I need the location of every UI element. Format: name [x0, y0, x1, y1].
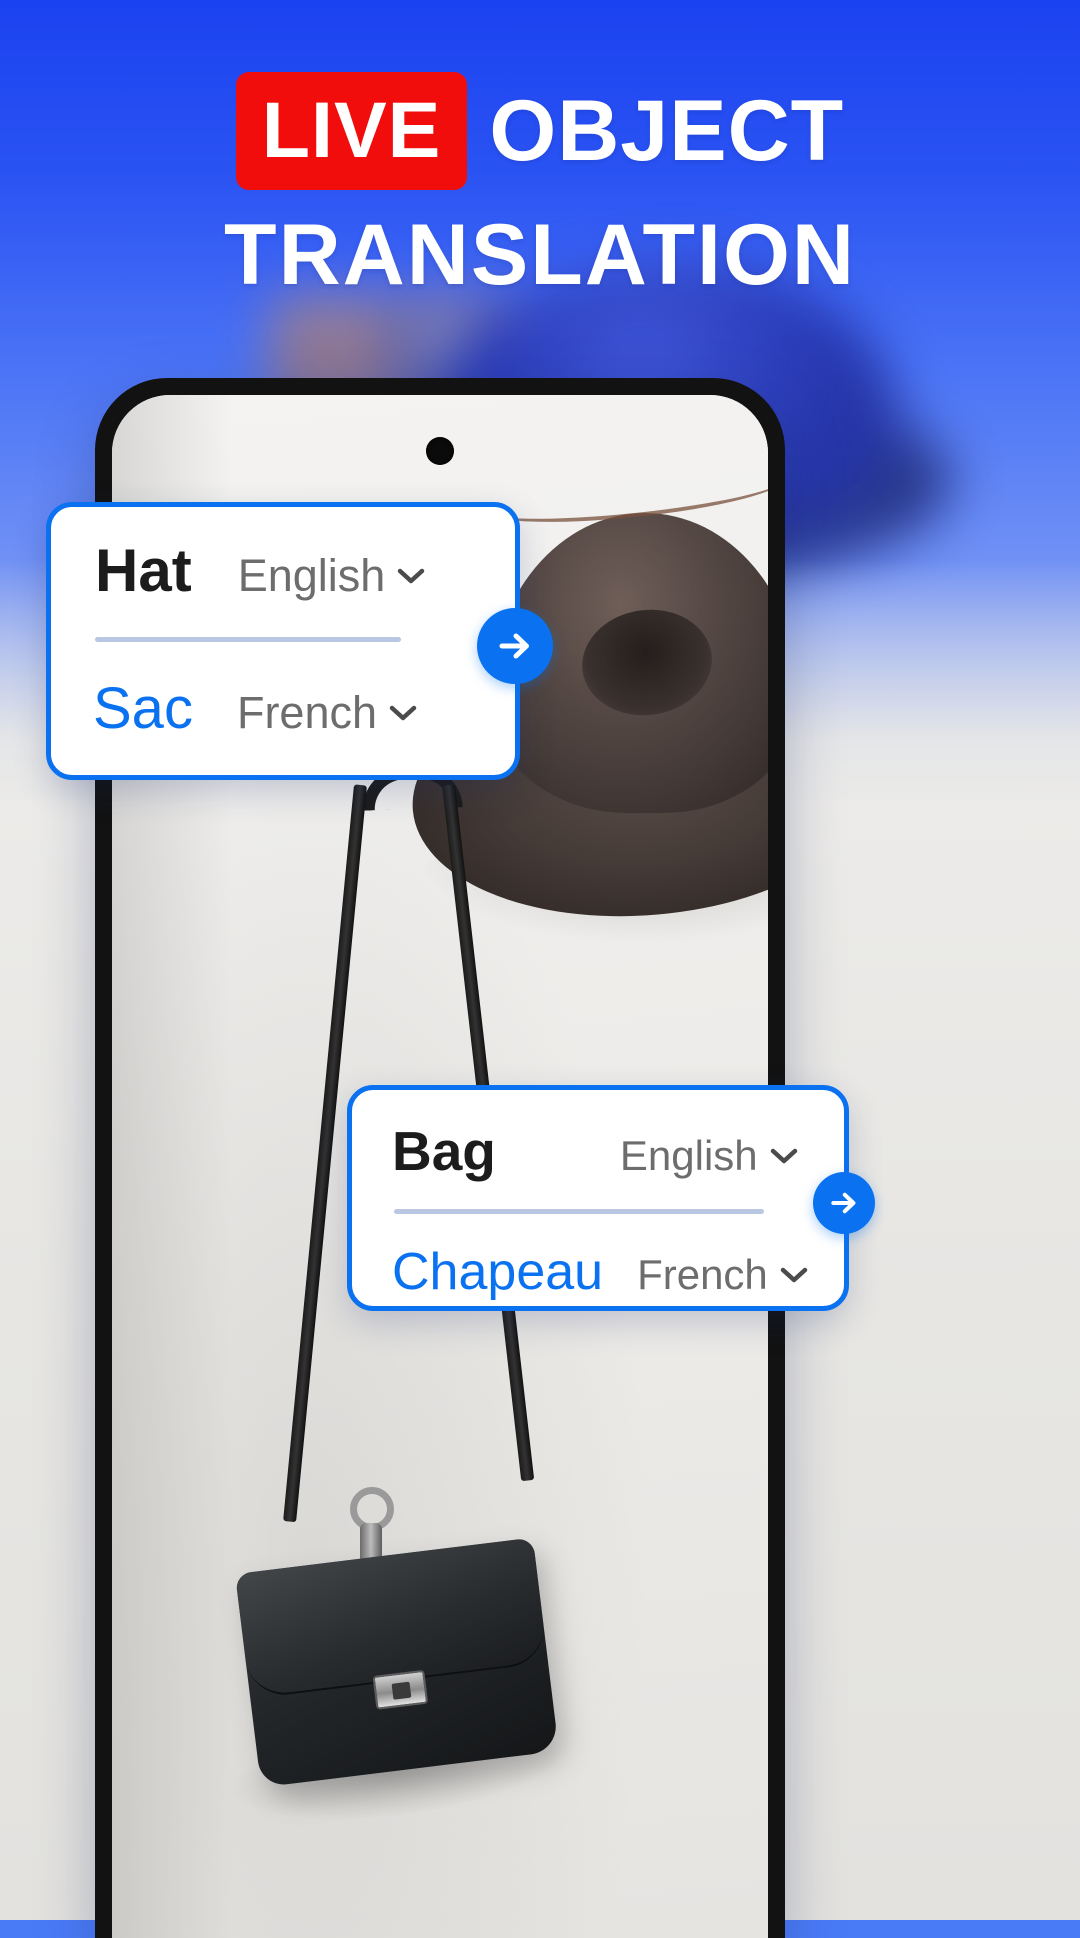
live-badge: LIVE: [235, 72, 468, 190]
headline: LIVE OBJECT TRANSLATION: [0, 72, 1080, 298]
card-divider: [95, 637, 401, 642]
scan-corner-top-right-icon: [712, 545, 768, 613]
scan-corner-top-left-icon: [197, 1075, 265, 1143]
target-language-selector[interactable]: French: [637, 1254, 808, 1296]
target-word: Chapeau: [392, 1243, 604, 1301]
card-divider: [394, 1209, 764, 1214]
scan-corner-bottom-right-icon: [489, 1362, 557, 1430]
headline-row-1: LIVE OBJECT: [0, 72, 1080, 190]
chevron-down-icon[interactable]: [780, 1266, 808, 1284]
chevron-down-icon[interactable]: [389, 704, 417, 722]
source-row: Bag English: [392, 1124, 810, 1179]
headline-word-translation: TRANSLATION: [224, 207, 856, 303]
source-row: Hat English: [95, 541, 481, 601]
chevron-down-icon[interactable]: [397, 567, 425, 585]
scan-corner-bottom-right-icon: [712, 862, 768, 930]
camera-punch-hole-icon: [426, 437, 454, 465]
chevron-down-icon[interactable]: [770, 1147, 798, 1165]
source-word: Hat: [95, 537, 192, 604]
arrow-right-icon: [499, 633, 529, 659]
target-word: Sac: [93, 676, 193, 741]
headline-word-object: OBJECT: [489, 83, 845, 179]
source-language-label: English: [237, 550, 386, 601]
translation-card-bag[interactable]: Bag English Chapeau French: [347, 1085, 875, 1311]
handbag: [235, 1537, 559, 1788]
handbag-clasp: [372, 1669, 429, 1710]
target-language-selector[interactable]: French: [237, 690, 417, 735]
source-language-selector[interactable]: English: [620, 1135, 798, 1177]
scan-corner-bottom-left-icon: [197, 1362, 265, 1430]
target-language-label: French: [236, 687, 378, 738]
scan-corner-bottom-left-icon: [390, 862, 458, 930]
headline-row-2: TRANSLATION: [0, 212, 1080, 298]
translate-go-button[interactable]: [813, 1172, 875, 1234]
source-language-selector[interactable]: English: [238, 553, 426, 598]
source-word: Bag: [392, 1120, 496, 1182]
source-language-label: English: [619, 1132, 758, 1179]
translation-card-hat[interactable]: Hat English Sac French: [46, 502, 553, 780]
target-row: Chapeau French: [392, 1246, 810, 1298]
translate-go-button[interactable]: [477, 608, 553, 684]
arrow-right-icon: [831, 1192, 856, 1214]
target-row: Sac French: [93, 680, 481, 738]
target-language-label: French: [637, 1251, 768, 1298]
